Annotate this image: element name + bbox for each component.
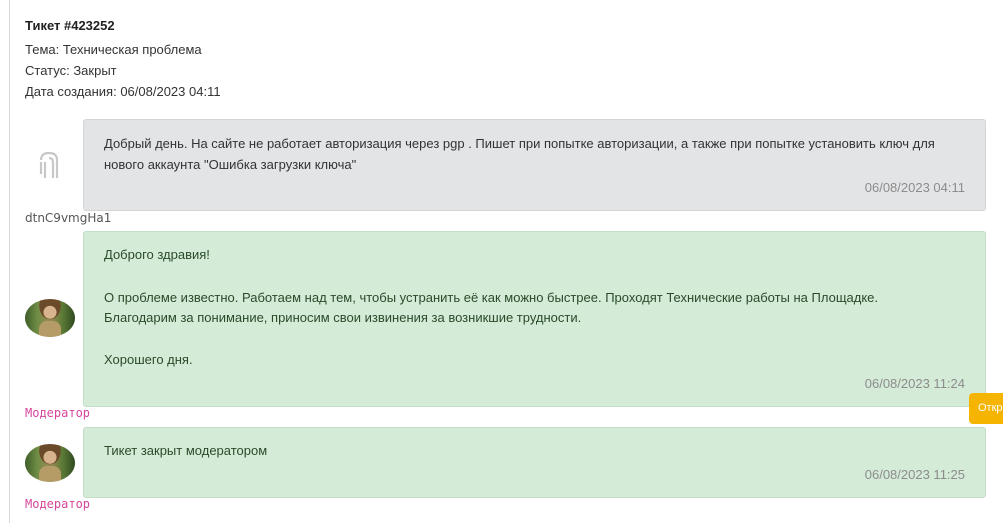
message-bubble-moderator: Тикет закрыт модератором 06/08/2023 11:2… — [83, 427, 986, 498]
open-side-tab[interactable]: Откр — [969, 393, 1003, 424]
message-bubble-moderator: Доброго здравия! О проблеме известно. Ра… — [83, 231, 986, 407]
message-timestamp: 06/08/2023 11:25 — [864, 467, 965, 482]
message-author[interactable]: Модератор — [25, 497, 90, 511]
message-author[interactable]: Модератор — [25, 406, 90, 420]
message-body-line-2: Благодарим за понимание, приносим свои и… — [104, 310, 582, 325]
ticket-status: Статус: Закрыт — [25, 63, 117, 78]
ticket-created-date: Дата создания: 06/08/2023 04:11 — [25, 84, 221, 99]
message-text: Добрый день. На сайте не работает автори… — [104, 136, 935, 172]
left-divider — [9, 0, 10, 523]
ticket-title: Тикет #423252 — [25, 18, 115, 33]
message-timestamp: 06/08/2023 04:11 — [864, 180, 965, 195]
moderator-avatar — [25, 299, 75, 337]
message-greeting: Доброго здравия! — [104, 247, 210, 262]
user-logo-icon — [39, 151, 59, 178]
message-timestamp: 06/08/2023 11:24 — [864, 376, 965, 391]
message-bubble-user: Добрый день. На сайте не работает автори… — [83, 119, 986, 211]
message-text: Тикет закрыт модератором — [104, 443, 268, 458]
message-body-line-1: О проблеме известно. Работаем над тем, ч… — [104, 290, 879, 305]
ticket-subject: Тема: Техническая проблема — [25, 42, 202, 57]
moderator-avatar — [25, 444, 75, 482]
ticket-header: Тикет #423252 Тема: Техническая проблема… — [25, 15, 221, 102]
message-author[interactable]: dtnC9vmgHa1 — [25, 211, 111, 225]
message-closing: Хорошего дня. — [104, 352, 193, 367]
ticket-page: Тикет #423252 Тема: Техническая проблема… — [0, 0, 1003, 523]
